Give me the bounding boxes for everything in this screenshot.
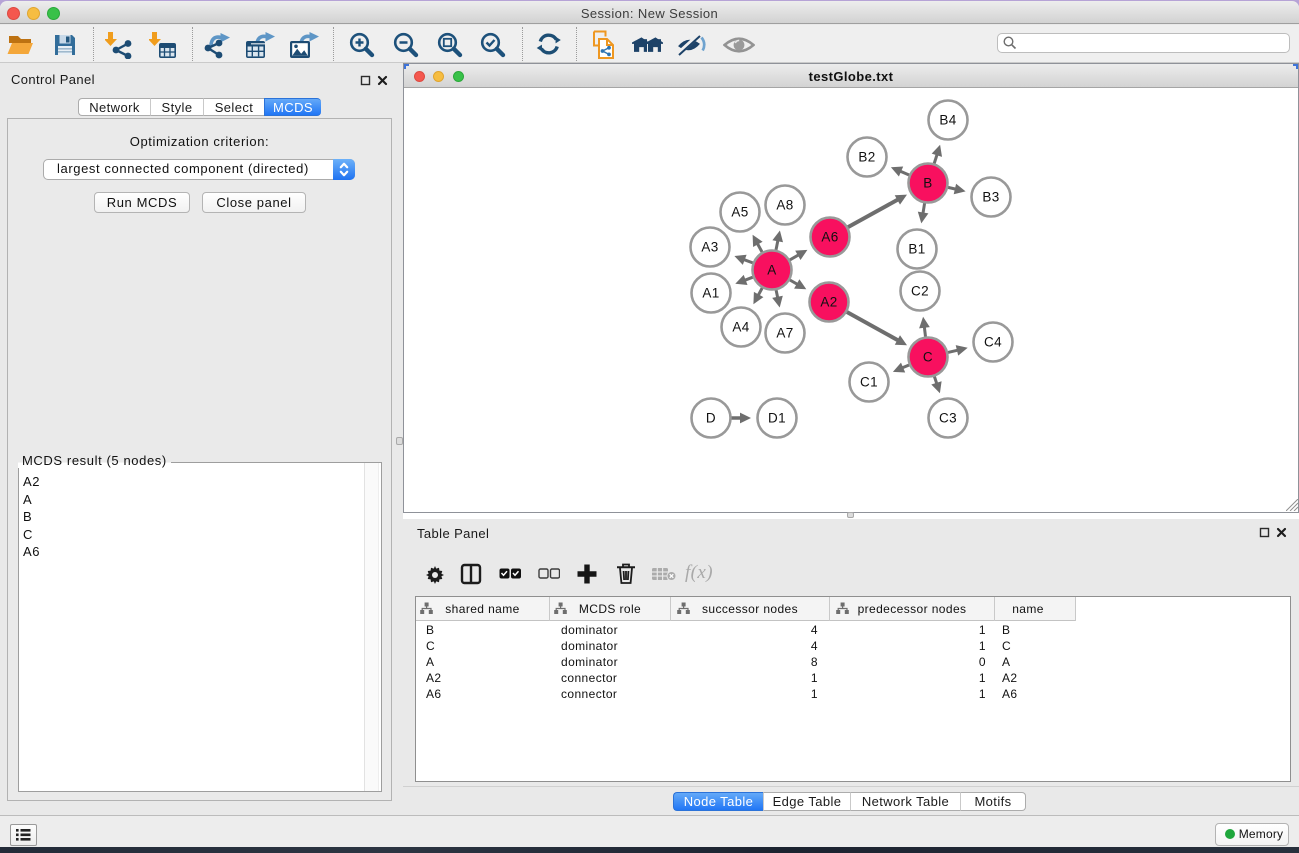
svg-text:B1: B1 — [908, 242, 925, 257]
svg-text:B3: B3 — [982, 190, 999, 205]
svg-text:A1: A1 — [702, 286, 719, 301]
svg-text:B4: B4 — [939, 113, 956, 128]
svg-text:D: D — [706, 411, 716, 426]
svg-text:C: C — [923, 350, 933, 365]
svg-text:C4: C4 — [984, 335, 1002, 350]
svg-text:B: B — [923, 176, 932, 191]
svg-text:C2: C2 — [911, 284, 929, 299]
svg-text:D1: D1 — [768, 411, 786, 426]
svg-text:A6: A6 — [821, 230, 838, 245]
svg-text:C1: C1 — [860, 375, 878, 390]
svg-text:A7: A7 — [776, 326, 793, 341]
svg-text:A: A — [767, 263, 776, 278]
svg-text:A5: A5 — [731, 205, 748, 220]
svg-text:A4: A4 — [732, 320, 749, 335]
svg-text:C3: C3 — [939, 411, 957, 426]
svg-text:A8: A8 — [776, 198, 793, 213]
svg-text:A3: A3 — [701, 240, 718, 255]
svg-text:B2: B2 — [858, 150, 875, 165]
svg-text:A2: A2 — [820, 295, 837, 310]
